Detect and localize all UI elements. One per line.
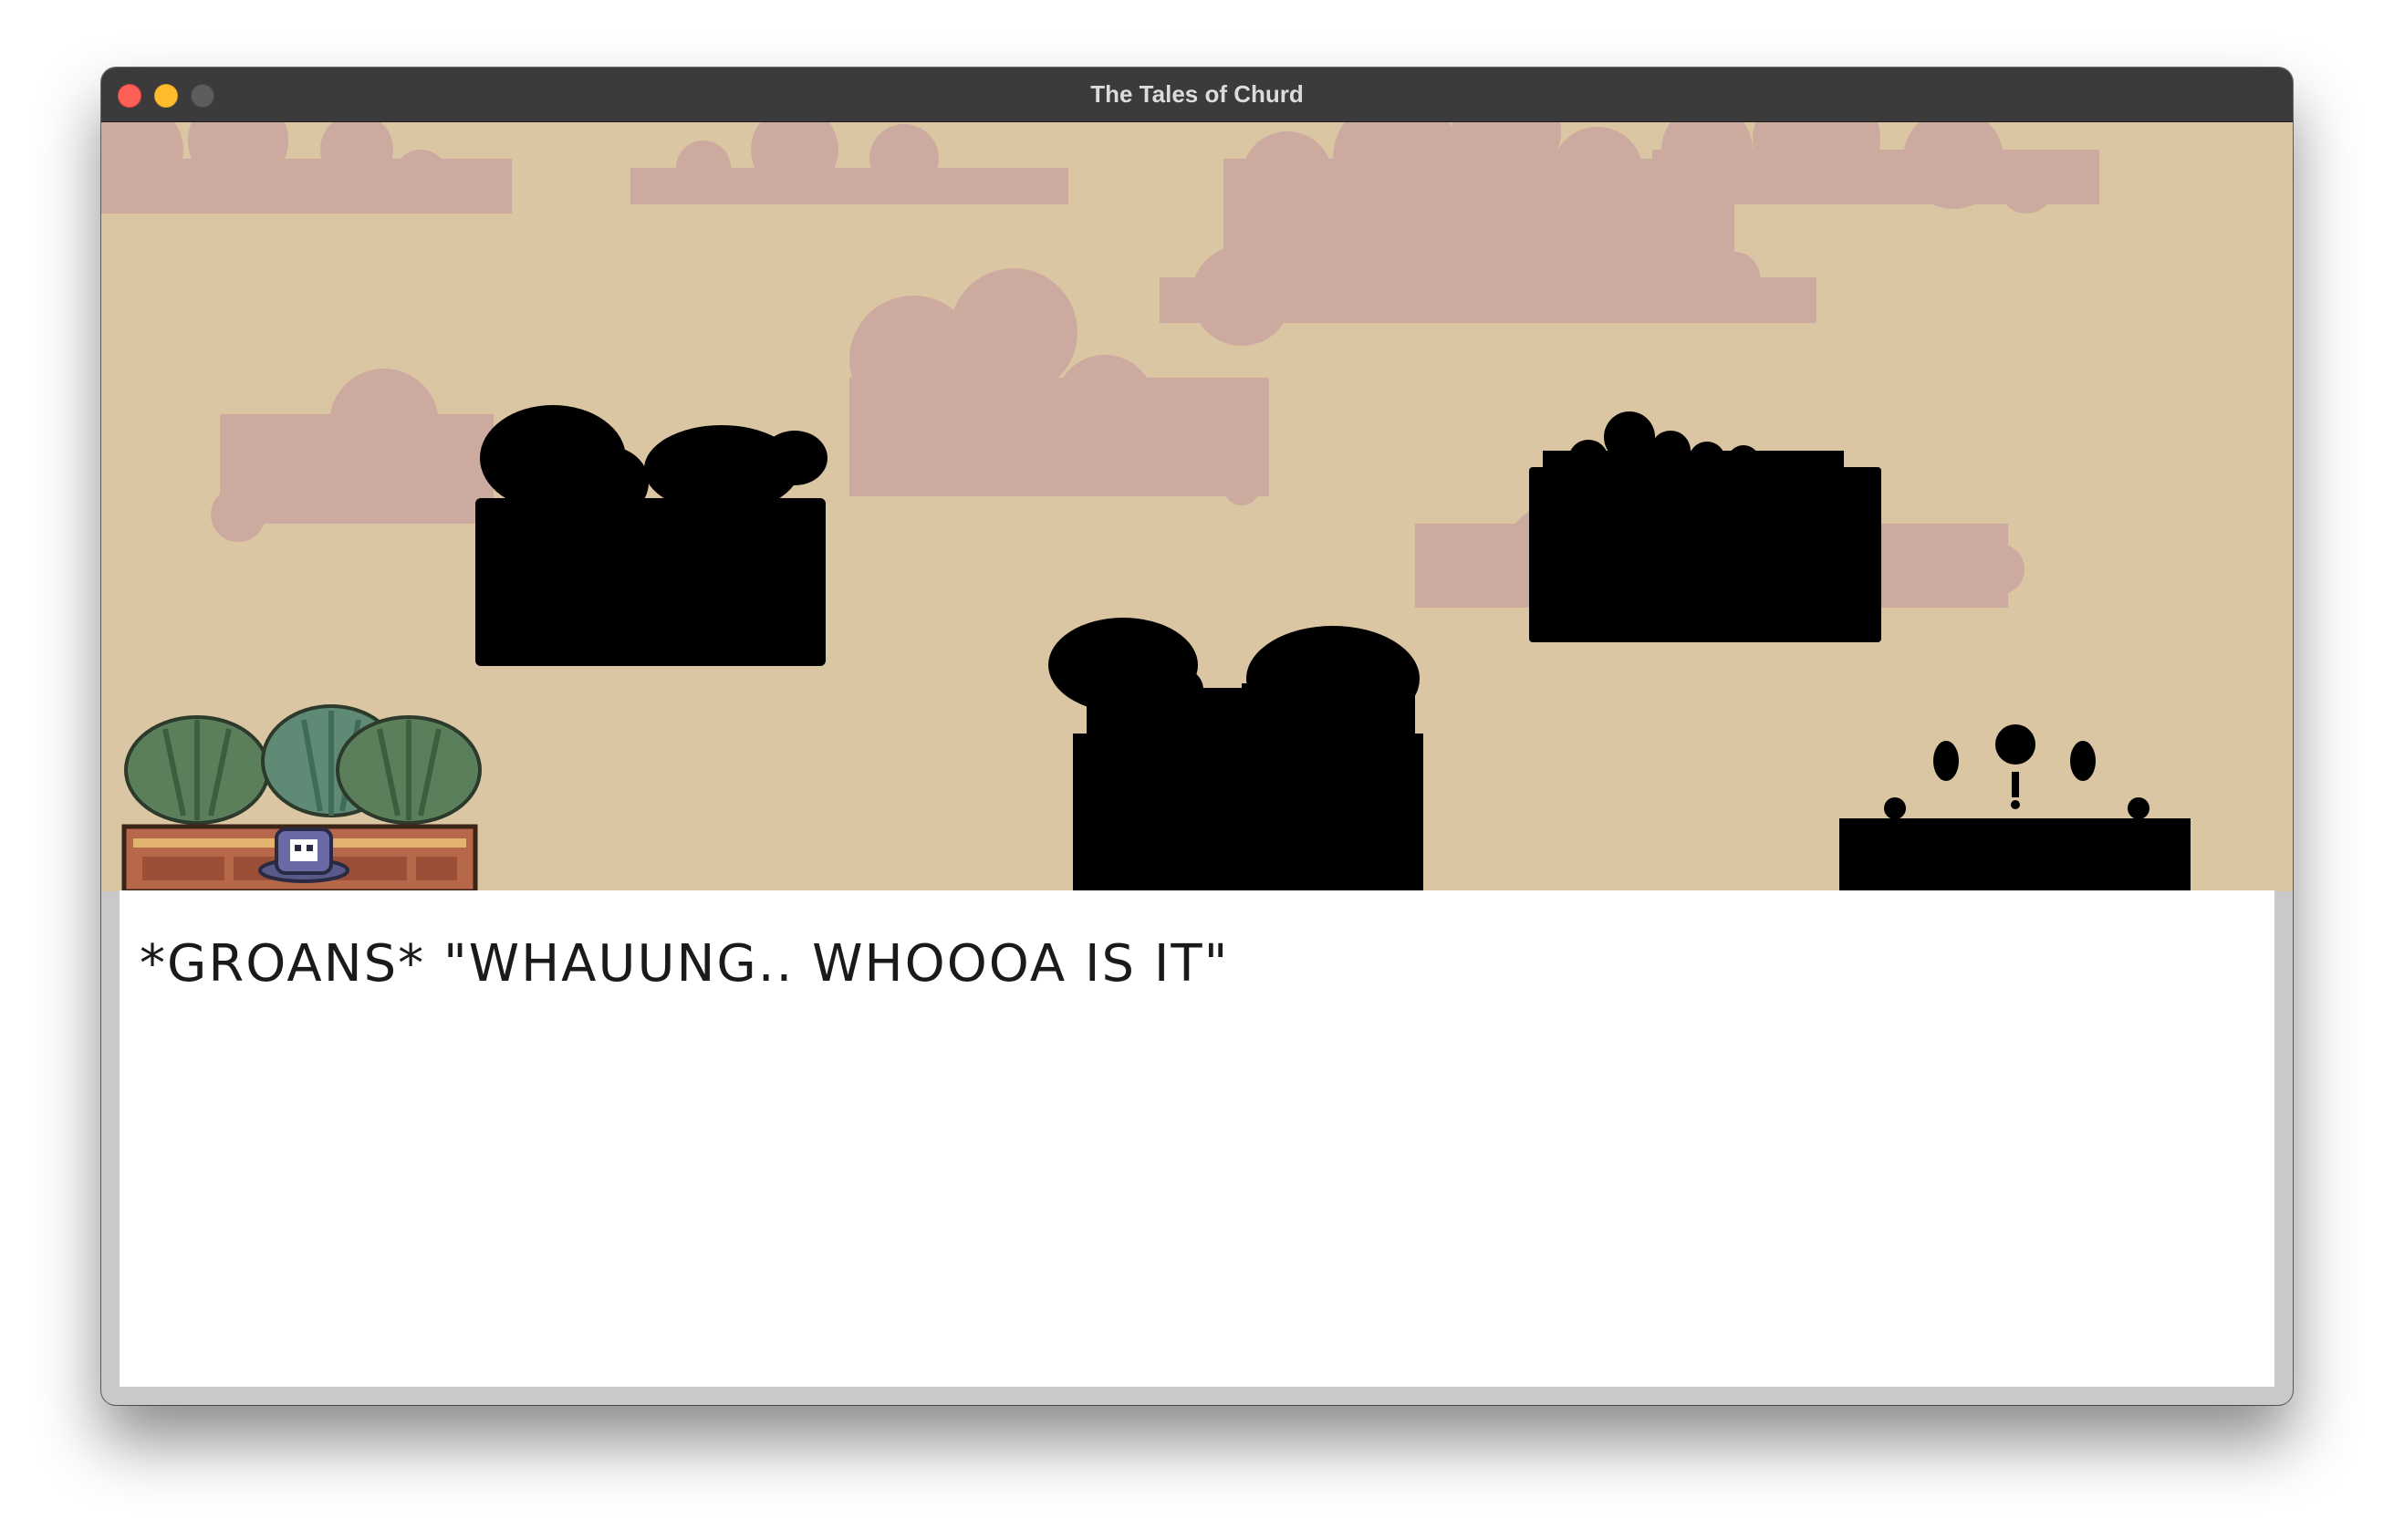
palm-tree: [124, 704, 482, 825]
dialogue-box[interactable]: *GROANS* "WHAUUNG.. WHOOOA IS IT": [120, 890, 2274, 1387]
window-title: The Tales of Churd: [1090, 80, 1304, 108]
game-scene[interactable]: [101, 122, 2293, 891]
desktop: The Tales of Churd *GROANS* "WHAUUNG.. W…: [0, 0, 2394, 1540]
game-window: The Tales of Churd *GROANS* "WHAUUNG.. W…: [101, 68, 2293, 1405]
scene-canvas: [101, 122, 2293, 891]
crate-with-skull: [121, 824, 478, 891]
dialogue-text: *GROANS* "WHAUUNG.. WHOOOA IS IT": [140, 934, 1230, 994]
title-bar[interactable]: The Tales of Churd: [101, 68, 2293, 122]
